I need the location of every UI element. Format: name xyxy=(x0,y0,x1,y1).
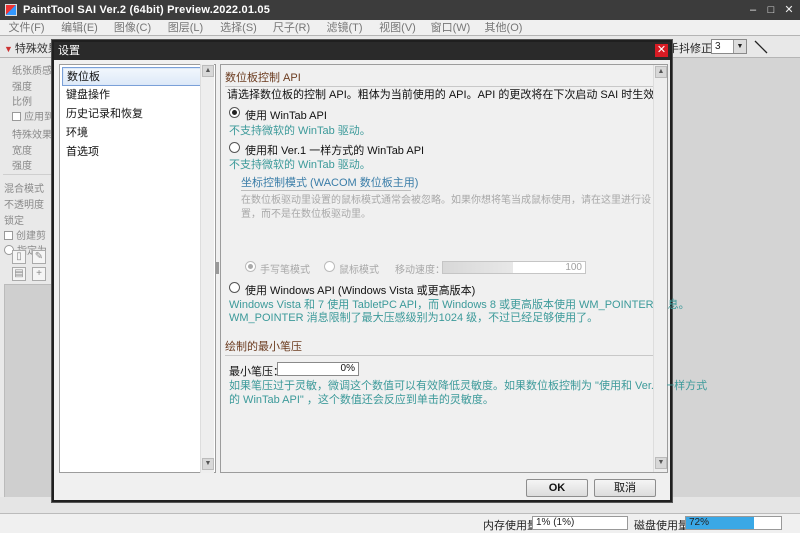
pen-mode-label[interactable]: 手写笔模式 xyxy=(260,261,310,276)
panel-splitter-handle[interactable] xyxy=(216,262,219,274)
disk-usage-value: 72% xyxy=(689,517,710,528)
menu-image[interactable]: 图像(C) xyxy=(106,20,159,35)
windows-api-note-line2: WM_POINTER 消息限制了最大压感级别为1024 级，不过已经足够使用了。 xyxy=(229,312,599,324)
new-layer-icon[interactable]: ▯ xyxy=(12,250,26,264)
scale-label: 比例 xyxy=(12,97,32,108)
menubar: 文件(F) 编辑(E) 图像(C) 图层(L) 选择(S) 尺子(R) 滤镜(T… xyxy=(0,20,800,36)
paper-texture-label: 纸张质感 xyxy=(12,66,52,77)
app-logo-icon xyxy=(5,4,17,16)
apply-checkbox[interactable]: 应用到 xyxy=(12,108,54,123)
left-panel: 纸张质感 强度 比例 应用到 特殊效果 宽度 强度 混合模式 不透明度 锁定 创… xyxy=(0,58,54,513)
scroll-up-icon[interactable]: ▲ xyxy=(655,66,667,78)
dialog-title: 设置 xyxy=(58,45,80,57)
chevron-down-icon: ▼ xyxy=(733,40,746,53)
nav-scrollbar[interactable]: ▲ ▼ xyxy=(200,64,214,473)
content-scrollbar[interactable]: ▲ ▼ xyxy=(653,65,667,472)
status-bar: 内存使用量 1% (1%) 磁盘使用量 72% xyxy=(0,513,800,533)
memory-usage-label: 内存使用量 xyxy=(483,520,538,532)
menu-other[interactable]: 其他(O) xyxy=(477,20,530,35)
nav-item-history[interactable]: 历史记录和恢复 xyxy=(62,105,213,124)
dialog-close-button[interactable]: ✕ xyxy=(655,44,668,57)
memory-usage-value: 1% (1%) xyxy=(532,516,628,530)
settings-content: 数位板控制 API 请选择数位板的控制 API。粗体为当前使用的 API。API… xyxy=(220,64,707,473)
mouse-mode-label[interactable]: 鼠标模式 xyxy=(339,261,379,276)
move-speed-fill xyxy=(443,262,513,273)
disk-usage-label: 磁盘使用量 xyxy=(634,520,689,532)
close-window-button[interactable]: ✕ xyxy=(782,3,796,17)
wintab-note: 不支持微软的 WinTab 驱动。 xyxy=(229,125,371,137)
add-icon[interactable]: + xyxy=(32,267,46,281)
section-min-pressure: 绘制的最小笔压 xyxy=(225,338,653,356)
wintab-v1-note: 不支持微软的 WinTab 驱动。 xyxy=(229,159,371,171)
move-speed-value: 100 xyxy=(565,262,582,273)
nav-item-keyboard[interactable]: 键盘操作 xyxy=(62,86,213,105)
layer-list[interactable] xyxy=(4,284,52,506)
menu-window[interactable]: 窗口(W) xyxy=(424,20,477,35)
pen-mode-radio[interactable] xyxy=(245,261,256,272)
settings-nav: 数位板 键盘操作 历史记录和恢复 环境 首选项 xyxy=(59,64,216,473)
dialog-titlebar: 设置 ✕ xyxy=(54,42,670,60)
menu-ruler[interactable]: 尺子(R) xyxy=(265,20,318,35)
pressure-note-line2: 的 WinTab API" ，这个数值还会反应到单击的灵敏度。 xyxy=(229,394,494,406)
min-pressure-slider[interactable]: 0% xyxy=(277,362,359,376)
nav-item-environment[interactable]: 环境 xyxy=(62,124,213,143)
layer-settings-icon[interactable]: ▤ xyxy=(12,267,26,281)
wintab-label[interactable]: 使用 WinTab API xyxy=(245,107,327,123)
windows-api-radio[interactable] xyxy=(229,282,240,293)
coord-desc-line1: 在数位板驱动里设置的鼠标模式通常会被忽略。如果你想将笔当成鼠标使用，请在这里进行… xyxy=(241,195,651,206)
straight-line-icon[interactable] xyxy=(753,39,769,55)
coord-mode-heading: 坐标控制模式 (WACOM 数位板主用) xyxy=(241,174,418,191)
menu-view[interactable]: 视图(V) xyxy=(371,20,424,35)
nav-item-tablet[interactable]: 数位板 xyxy=(62,67,213,86)
min-pressure-value: 0% xyxy=(340,363,355,374)
stabilizer-select[interactable]: 3 ▼ xyxy=(711,39,747,54)
canvas-area[interactable] xyxy=(670,58,800,513)
coord-desc-line2: 置，而不是在数位板驱动里。 xyxy=(241,209,371,220)
scroll-down-icon[interactable]: ▼ xyxy=(655,457,667,469)
move-speed-slider[interactable]: 100 xyxy=(442,261,586,274)
settings-dialog: 设置 ✕ 数位板 键盘操作 历史记录和恢复 环境 首选项 ▲ ▼ 数位板控制 A… xyxy=(52,40,707,502)
scroll-down-icon[interactable]: ▼ xyxy=(202,458,214,470)
app-title: PaintTool SAI Ver.2 (64bit) Preview.2022… xyxy=(23,4,271,16)
cancel-button[interactable]: 取消 xyxy=(594,479,656,497)
menu-edit[interactable]: 编辑(E) xyxy=(53,20,106,35)
move-speed-label: 移动速度： xyxy=(395,265,445,276)
nav-item-preferences[interactable]: 首选项 xyxy=(62,143,213,162)
menu-layer[interactable]: 图层(L) xyxy=(159,20,212,35)
divider xyxy=(3,174,53,175)
create-clip-checkbox[interactable]: 创建剪 xyxy=(4,227,46,242)
app-titlebar: PaintTool SAI Ver.2 (64bit) Preview.2022… xyxy=(0,0,800,20)
api-intro-text: 请选择数位板的控制 API。粗体为当前使用的 API。API 的更改将在下次启动… xyxy=(227,89,666,101)
disk-usage-bar: 72% xyxy=(685,516,782,530)
menu-select[interactable]: 选择(S) xyxy=(212,20,265,35)
ok-button[interactable]: OK xyxy=(526,479,588,497)
strength-label: 强度 xyxy=(12,82,32,93)
effect-strength-label: 强度 xyxy=(12,161,32,172)
minimize-button[interactable]: – xyxy=(746,3,760,17)
lock-label: 锁定 xyxy=(4,216,24,227)
scroll-up-icon[interactable]: ▲ xyxy=(202,65,214,77)
maximize-button[interactable]: □ xyxy=(764,3,778,17)
menu-filter[interactable]: 滤镜(T) xyxy=(318,20,371,35)
section-tablet-api: 数位板控制 API xyxy=(225,69,653,87)
width-label: 宽度 xyxy=(12,146,32,157)
wintab-v1-radio[interactable] xyxy=(229,142,240,153)
stabilizer-label: 手抖修正 xyxy=(668,43,712,55)
pen-layer-icon[interactable]: ✎ xyxy=(32,250,46,264)
opacity-label: 不透明度 xyxy=(4,200,44,211)
special-effect-label: 特殊效果 xyxy=(12,130,52,141)
effect-header[interactable]: ▼ 特殊效果 xyxy=(4,40,59,56)
collapse-arrow-icon: ▼ xyxy=(4,44,13,54)
blend-mode-label: 混合模式 xyxy=(4,184,44,195)
menu-file[interactable]: 文件(F) xyxy=(0,20,53,35)
wintab-radio[interactable] xyxy=(229,107,240,118)
mouse-mode-radio[interactable] xyxy=(324,261,335,272)
